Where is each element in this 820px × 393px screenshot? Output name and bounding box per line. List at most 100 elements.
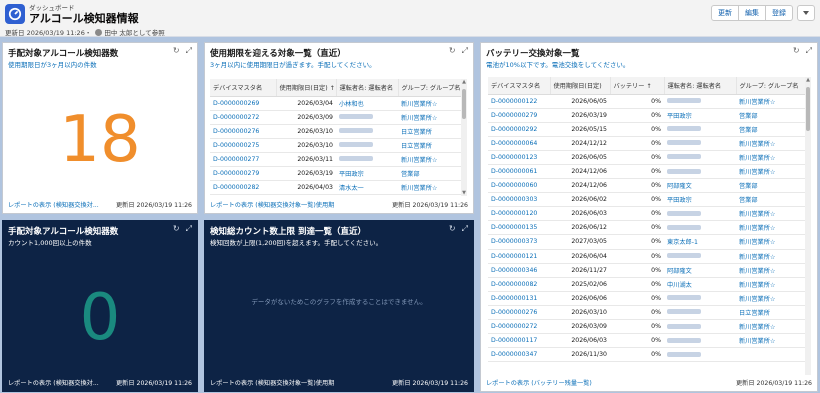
expand-icon[interactable]: ⤢ bbox=[462, 224, 468, 234]
scroll-up-icon[interactable]: ▲ bbox=[461, 79, 467, 85]
driver-link[interactable] bbox=[664, 94, 736, 109]
device-link[interactable]: D-0000000135 bbox=[488, 220, 550, 236]
driver-link[interactable]: 清水太一 bbox=[336, 180, 398, 196]
driver-link[interactable] bbox=[664, 220, 736, 236]
group-link[interactable]: 営業部 bbox=[736, 122, 806, 137]
device-link[interactable]: D-0000000303 bbox=[488, 192, 550, 208]
column-header[interactable]: デバイスマスタ名 bbox=[488, 77, 551, 95]
group-link[interactable]: 新川営業所☆ bbox=[398, 110, 462, 125]
driver-link[interactable] bbox=[664, 249, 736, 264]
scroll-thumb[interactable] bbox=[462, 89, 466, 119]
group-link[interactable]: 新川営業所☆ bbox=[736, 150, 806, 165]
device-link[interactable]: D-0000000279 bbox=[210, 166, 276, 182]
group-link[interactable]: 営業部 bbox=[736, 192, 806, 208]
scroll-thumb[interactable] bbox=[806, 87, 810, 131]
device-link[interactable]: D-0000000275 bbox=[210, 138, 276, 153]
column-header[interactable]: バッテリー ↑ bbox=[610, 77, 665, 95]
driver-link[interactable] bbox=[336, 124, 398, 139]
device-link[interactable]: D-0000000272 bbox=[488, 319, 550, 335]
refresh-icon[interactable]: ↻ bbox=[449, 46, 456, 56]
refresh-icon[interactable]: ↻ bbox=[173, 46, 180, 56]
device-link[interactable]: D-0000000272 bbox=[210, 110, 276, 125]
report-link[interactable]: レポートの表示 (検知器交換対象一覧)使用期 bbox=[210, 200, 334, 209]
group-link[interactable]: 新川営業所☆ bbox=[736, 319, 806, 335]
device-link[interactable]: D-0000000131 bbox=[488, 291, 550, 306]
expand-icon[interactable]: ⤢ bbox=[806, 46, 812, 56]
more-actions-button[interactable] bbox=[797, 5, 815, 21]
driver-link[interactable] bbox=[664, 347, 736, 363]
scroll-up-icon[interactable]: ▲ bbox=[805, 77, 811, 83]
expand-icon[interactable]: ⤢ bbox=[186, 224, 192, 234]
driver-link[interactable]: 阿部隆文 bbox=[664, 178, 736, 194]
driver-link[interactable] bbox=[664, 136, 736, 151]
device-link[interactable]: D-0000000060 bbox=[488, 178, 550, 194]
driver-link[interactable]: 平田政宗 bbox=[664, 192, 736, 208]
device-link[interactable]: D-0000000277 bbox=[210, 152, 276, 167]
driver-link[interactable] bbox=[664, 164, 736, 180]
device-link[interactable]: D-0000000347 bbox=[488, 347, 550, 363]
driver-link[interactable]: 東京太郎-1 bbox=[664, 234, 736, 250]
edit-button[interactable]: 編集 bbox=[739, 5, 766, 21]
group-link[interactable]: 営業部 bbox=[736, 108, 806, 123]
scrollbar[interactable]: ▲ bbox=[805, 77, 811, 375]
driver-link[interactable]: 阿部隆文 bbox=[664, 263, 736, 278]
group-link[interactable]: 新川営業所☆ bbox=[736, 263, 806, 278]
device-link[interactable]: D-0000000082 bbox=[488, 277, 550, 292]
driver-link[interactable] bbox=[664, 291, 736, 306]
column-header[interactable]: 使用期限日(日定) ↑ bbox=[276, 79, 337, 97]
group-link[interactable]: 新川営業所☆ bbox=[736, 164, 806, 180]
driver-link[interactable]: 小林和也 bbox=[336, 96, 398, 111]
driver-link[interactable] bbox=[336, 110, 398, 125]
column-header[interactable]: 運転者名: 運転者名 bbox=[336, 79, 399, 97]
group-link[interactable]: 新川営業所☆ bbox=[736, 94, 806, 109]
group-link[interactable]: 新川営業所☆ bbox=[398, 152, 462, 167]
column-header[interactable]: グループ: グループ名 bbox=[398, 79, 462, 97]
group-link[interactable]: 新川営業所☆ bbox=[736, 234, 806, 250]
device-link[interactable]: D-0000000121 bbox=[488, 249, 550, 264]
device-link[interactable]: D-0000000276 bbox=[488, 305, 550, 321]
refresh-button[interactable]: 更新 bbox=[711, 5, 739, 21]
report-link[interactable]: レポートの表示 (検知器交換対... bbox=[8, 378, 99, 387]
refresh-icon[interactable]: ↻ bbox=[793, 46, 800, 56]
driver-link[interactable] bbox=[336, 152, 398, 167]
group-link[interactable]: 新川営業所☆ bbox=[736, 220, 806, 236]
device-link[interactable]: D-0000000292 bbox=[488, 122, 550, 137]
device-link[interactable]: D-0000000346 bbox=[488, 263, 550, 278]
group-link[interactable]: 新川営業所☆ bbox=[736, 333, 806, 349]
driver-link[interactable] bbox=[664, 206, 736, 222]
column-header[interactable]: グループ: グループ名 bbox=[736, 77, 806, 95]
expand-icon[interactable]: ⤢ bbox=[462, 46, 468, 56]
driver-link[interactable]: 中川湖太 bbox=[664, 277, 736, 292]
device-link[interactable]: D-0000000279 bbox=[488, 108, 550, 123]
device-link[interactable]: D-0000000122 bbox=[488, 94, 550, 109]
device-link[interactable]: D-0000000123 bbox=[488, 150, 550, 165]
driver-link[interactable] bbox=[664, 150, 736, 165]
report-link[interactable]: レポートの表示 (検知器交換対象一覧)使用期 bbox=[210, 378, 334, 387]
device-link[interactable]: D-0000000061 bbox=[488, 164, 550, 180]
column-header[interactable]: 使用期限日(日定) bbox=[550, 77, 611, 95]
device-link[interactable]: D-0000000276 bbox=[210, 124, 276, 139]
group-link[interactable]: 日立営業所 bbox=[398, 124, 462, 139]
device-link[interactable]: D-0000000373 bbox=[488, 234, 550, 250]
refresh-icon[interactable]: ↻ bbox=[173, 224, 180, 234]
group-link[interactable]: 新川営業所☆ bbox=[736, 277, 806, 292]
group-link[interactable]: 営業部 bbox=[736, 178, 806, 194]
scroll-down-icon[interactable]: ▼ bbox=[461, 190, 467, 196]
expand-icon[interactable]: ⤢ bbox=[186, 46, 192, 56]
group-link[interactable]: 新川営業所☆ bbox=[398, 180, 462, 196]
scrollbar[interactable]: ▲ ▼ bbox=[461, 79, 467, 196]
report-link[interactable]: レポートの表示 (バッテリー残量一覧) bbox=[486, 378, 592, 387]
driver-link[interactable] bbox=[664, 122, 736, 137]
group-link[interactable]: 日立営業所 bbox=[736, 305, 806, 321]
group-link[interactable]: 新川営業所☆ bbox=[736, 249, 806, 264]
driver-link[interactable]: 平田政宗 bbox=[336, 166, 398, 182]
group-link[interactable] bbox=[736, 347, 806, 363]
column-header[interactable]: デバイスマスタ名 bbox=[210, 79, 277, 97]
device-link[interactable]: D-0000000120 bbox=[488, 206, 550, 222]
column-header[interactable]: 運転者名: 運転者名 bbox=[664, 77, 737, 95]
group-link[interactable]: 日立営業所 bbox=[398, 138, 462, 153]
driver-link[interactable] bbox=[336, 138, 398, 153]
group-link[interactable]: 新川営業所☆ bbox=[736, 136, 806, 151]
device-link[interactable]: D-0000000117 bbox=[488, 333, 550, 349]
device-link[interactable]: D-0000000282 bbox=[210, 180, 276, 196]
